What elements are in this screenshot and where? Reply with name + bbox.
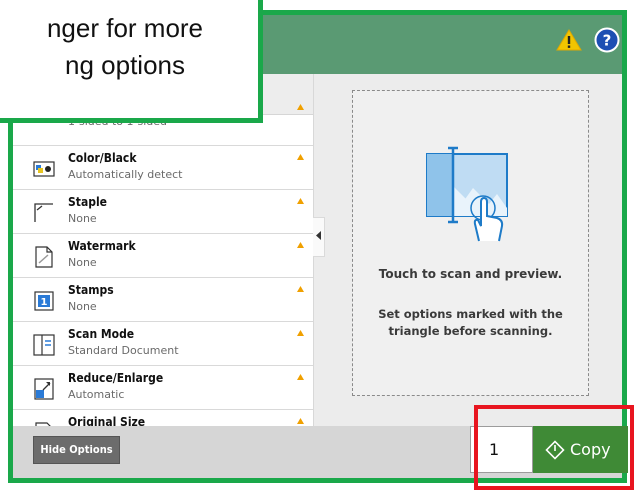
option-value: None [68,256,97,269]
option-value: Standard Document [68,344,179,357]
reduce-enlarge-icon [34,378,54,400]
required-triangle-icon [297,104,304,110]
scan-mode-icon [33,334,55,356]
required-triangle-icon [297,286,304,292]
option-staple[interactable]: Staple None [13,190,313,234]
option-stamps[interactable]: 1 Stamps None [13,278,313,322]
options-panel: 1-sided to 1-sided Color/Black Automatic… [13,74,314,426]
staple-icon [34,203,53,222]
touch-to-scan-text: Touch to scan and preview. [378,267,563,281]
option-label: Reduce/Enlarge [68,371,164,385]
option-reduce-enlarge[interactable]: Reduce/Enlarge Automatic [13,366,313,410]
option-original-size[interactable]: Original Size [13,410,313,426]
option-label: Scan Mode [68,327,135,341]
callout-line-2: ng options [65,50,185,80]
option-value: None [68,212,97,225]
option-label: Color/Black [68,151,137,165]
chevron-left-icon [316,231,321,240]
set-options-line-1: Set options marked with the [378,307,563,321]
option-label: Stamps [68,283,114,297]
option-color-black[interactable]: Color/Black Automatically detect [13,146,313,190]
required-triangle-icon [297,198,304,204]
option-value: None [68,300,97,313]
callout-text: nger for more ng options [0,10,250,84]
set-options-line-2: triangle before scanning. [388,324,553,338]
option-label: Staple [68,195,107,209]
option-watermark[interactable]: Watermark None [13,234,313,278]
required-triangle-icon [297,242,304,248]
scan-preview-area[interactable] [352,90,589,396]
svg-text:?: ? [603,32,612,50]
warning-icon[interactable] [556,28,582,52]
required-triangle-icon [297,374,304,380]
required-triangle-icon [297,418,304,424]
option-label: Original Size [68,415,146,426]
touch-scan-icon [426,146,508,242]
color-icon [33,161,55,177]
option-value: Automatic [68,388,125,401]
callout-line-1: nger for more [46,13,204,43]
option-value: Automatically detect [68,168,183,181]
copy-highlight-box [474,405,634,490]
help-icon[interactable]: ? [594,27,620,53]
instruction-callout: nger for more ng options [0,0,263,123]
hide-options-button[interactable]: Hide Options [33,436,120,464]
svg-text:1: 1 [41,297,48,308]
watermark-icon [35,246,53,268]
set-options-text: Set options marked with the triangle bef… [352,306,589,340]
stamps-icon: 1 [34,291,54,311]
required-triangle-icon [297,154,304,160]
required-triangle-icon [297,330,304,336]
option-label: Watermark [68,239,136,253]
collapse-panel-toggle[interactable] [313,217,325,257]
option-scan-mode[interactable]: Scan Mode Standard Document [13,322,313,366]
